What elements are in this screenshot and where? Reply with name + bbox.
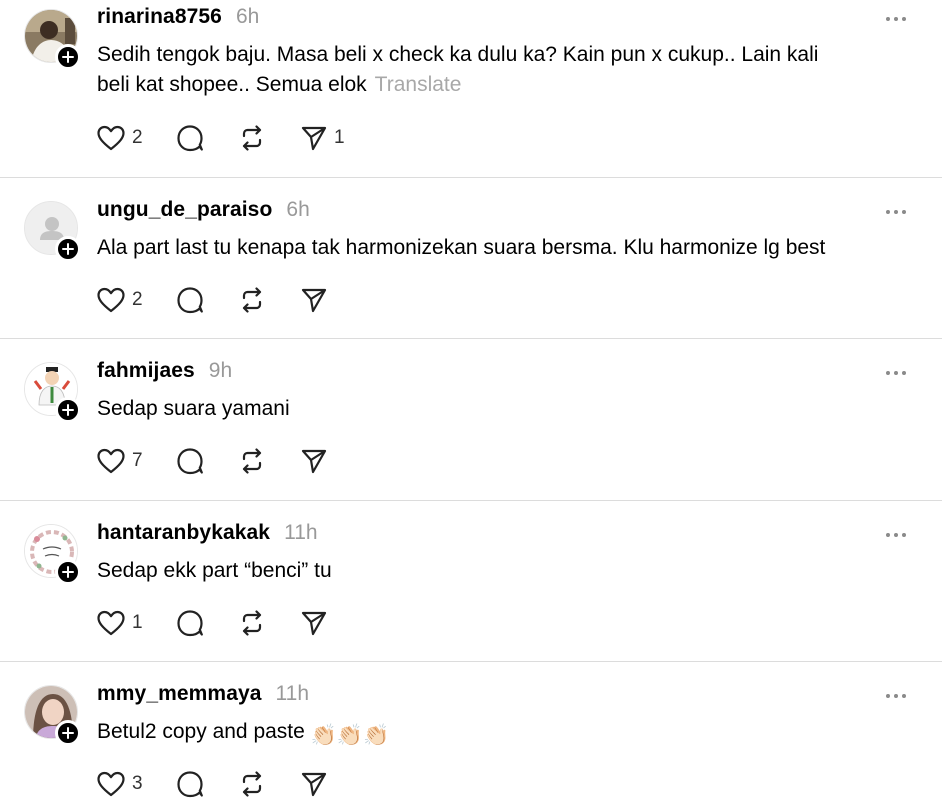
avatar[interactable] <box>24 201 81 262</box>
like-count: 2 <box>132 127 143 148</box>
reply-post: ungu_de_paraiso 6h Ala part last tu kena… <box>0 178 942 338</box>
repost-icon <box>242 610 262 636</box>
comment-bubble-icon <box>177 771 203 798</box>
repost-icon <box>242 771 262 797</box>
follow-button[interactable] <box>55 559 81 585</box>
like-button[interactable]: 2 <box>96 124 176 152</box>
like-button[interactable]: 2 <box>96 286 176 314</box>
timestamp: 11h <box>275 682 310 705</box>
plus-icon <box>62 727 74 739</box>
repost-icon <box>242 287 262 313</box>
reply-text-line: Ala part last tu kenapa tak harmonizekan… <box>97 236 826 259</box>
heart-icon <box>97 125 125 151</box>
avatar[interactable] <box>24 9 81 70</box>
more-dots-icon[interactable] <box>886 371 906 377</box>
plus-icon <box>62 51 74 63</box>
like-count: 2 <box>132 289 143 310</box>
heart-icon <box>97 771 125 797</box>
reply-button[interactable] <box>176 609 238 637</box>
plus-icon <box>62 243 74 255</box>
translate-link[interactable]: Translate <box>375 73 462 96</box>
like-button[interactable]: 1 <box>96 609 176 637</box>
more-dots-icon[interactable] <box>886 210 906 216</box>
timestamp: 9h <box>208 359 233 382</box>
username[interactable]: rinarina8756 <box>97 5 222 29</box>
reply-post: rinarina8756 6h Sedih tengok baju. Masa … <box>0 0 942 177</box>
reply-text-line: beli kat shopee.. Semua elok <box>97 73 367 96</box>
plus-icon <box>62 566 74 578</box>
reply-text-line: Sedap ekk part “benci” tu <box>97 559 332 582</box>
timestamp: 6h <box>286 198 310 221</box>
avatar[interactable] <box>24 685 81 746</box>
like-button[interactable]: 3 <box>96 770 176 798</box>
send-icon <box>301 449 327 474</box>
plus-icon <box>62 404 74 416</box>
username[interactable]: fahmijaes <box>97 359 195 383</box>
heart-icon <box>97 287 125 313</box>
reply-text: Ala part last tu kenapa tak harmonizekan… <box>97 233 907 263</box>
send-icon <box>301 611 327 636</box>
username[interactable]: mmy_memmaya <box>97 682 262 706</box>
repost-icon <box>242 125 262 151</box>
reply-text-line: Sedap suara yamani <box>97 397 290 420</box>
more-dots-icon[interactable] <box>886 17 906 23</box>
reply-text: Sedap suara yamani <box>97 394 907 424</box>
repost-icon <box>242 448 262 474</box>
reply-text-line: Betul2 copy and paste <box>97 720 305 743</box>
reply-text: Sedih tengok baju. Masa beli x check ka … <box>97 40 907 100</box>
avatar[interactable] <box>24 362 81 423</box>
share-button[interactable] <box>300 447 360 475</box>
reply-post: fahmijaes 9h Sedap suara yamani 7 <box>0 339 942 500</box>
reply-button[interactable] <box>176 286 238 314</box>
reply-post: mmy_memmaya 11h Betul2 copy and paste 👏🏻… <box>0 662 942 810</box>
share-count: 1 <box>334 127 345 148</box>
clapping-hands-emoji: 👏🏻👏🏻👏🏻 <box>310 724 390 747</box>
heart-icon <box>97 448 125 474</box>
repost-button[interactable] <box>238 609 300 637</box>
username[interactable]: hantaranbykakak <box>97 521 270 545</box>
like-count: 3 <box>132 773 143 794</box>
comment-bubble-icon <box>177 448 203 475</box>
replies-feed: rinarina8756 6h Sedih tengok baju. Masa … <box>0 0 942 810</box>
comment-bubble-icon <box>177 610 203 637</box>
repost-button[interactable] <box>238 447 300 475</box>
share-button[interactable] <box>300 286 360 314</box>
like-button[interactable]: 7 <box>96 447 176 475</box>
repost-button[interactable] <box>238 770 300 798</box>
reply-text-line: Sedih tengok baju. Masa beli x check ka … <box>97 43 819 66</box>
share-button[interactable] <box>300 770 360 798</box>
timestamp: 6h <box>235 5 260 28</box>
repost-button[interactable] <box>238 286 300 314</box>
reply-button[interactable] <box>176 447 238 475</box>
like-count: 1 <box>132 612 143 633</box>
follow-button[interactable] <box>55 397 81 423</box>
reply-post: hantaranbykakak 11h Sedap ekk part “benc… <box>0 501 942 661</box>
like-count: 7 <box>132 450 143 471</box>
send-icon <box>301 126 327 151</box>
reply-button[interactable] <box>176 770 238 798</box>
share-button[interactable] <box>300 609 360 637</box>
follow-button[interactable] <box>55 44 81 70</box>
send-icon <box>301 288 327 313</box>
share-button[interactable]: 1 <box>300 124 360 152</box>
send-icon <box>301 772 327 797</box>
follow-button[interactable] <box>55 236 81 262</box>
more-dots-icon[interactable] <box>886 533 906 539</box>
reply-text: Sedap ekk part “benci” tu <box>97 556 907 586</box>
reply-text: Betul2 copy and paste 👏🏻👏🏻👏🏻 <box>97 717 907 751</box>
follow-button[interactable] <box>55 720 81 746</box>
heart-icon <box>97 610 125 636</box>
more-dots-icon[interactable] <box>886 694 906 700</box>
comment-bubble-icon <box>177 287 203 314</box>
reply-button[interactable] <box>176 124 238 152</box>
username[interactable]: ungu_de_paraiso <box>97 198 272 222</box>
comment-bubble-icon <box>177 125 203 152</box>
repost-button[interactable] <box>238 124 300 152</box>
avatar[interactable] <box>24 524 81 585</box>
timestamp: 11h <box>284 521 318 544</box>
